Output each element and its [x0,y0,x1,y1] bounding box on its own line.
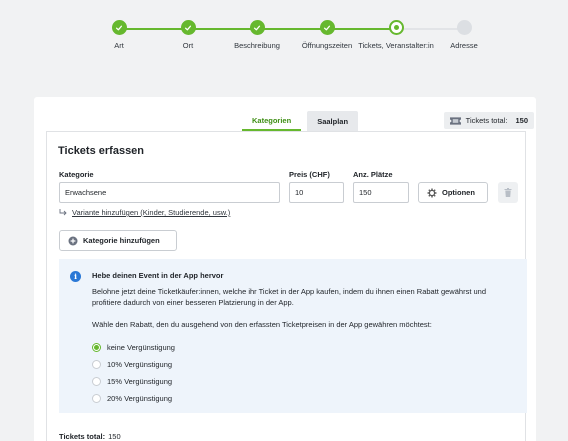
app-promo-box: i Hebe deinen Event in der App hervor Be… [59,259,527,413]
check-icon [319,20,335,35]
ticket-form-panel: Tickets erfassen Kategorie Preis (CHF) A… [46,131,527,441]
radio-icon [92,343,101,352]
discount-option-label: keine Vergünstigung [107,343,175,352]
return-arrow-icon [59,209,67,216]
check-icon [180,20,196,35]
discount-option-label: 10% Vergünstigung [107,360,173,369]
add-variant-link[interactable]: Variante hinzufügen (Kinder, Studierende… [59,208,230,217]
price-label: Preis (CHF) [289,170,330,179]
delete-category-button[interactable] [498,182,518,203]
discount-option-20[interactable]: 20% Vergünstigung [92,394,172,403]
add-category-label: Kategorie hinzufügen [83,236,160,245]
price-input[interactable]: 10 [289,182,344,203]
ticket-icon [449,116,461,125]
category-input[interactable]: Erwachsene [59,182,280,203]
discount-option-none[interactable]: keine Vergünstigung [92,343,175,352]
seats-label: Anz. Plätze [353,170,393,179]
discount-option-15[interactable]: 15% Vergünstigung [92,377,172,386]
pending-step-icon [456,20,472,35]
step-adresse[interactable]: Adresse [419,20,509,50]
discount-option-label: 15% Vergünstigung [107,377,173,386]
footer-total-value: 150 [108,432,121,441]
radio-icon [92,360,101,369]
add-category-button[interactable]: Kategorie hinzufügen [59,230,177,251]
tickets-total-badge: Tickets total: 150 [443,112,534,129]
trash-icon [504,188,512,197]
section-title: Tickets erfassen [58,145,145,157]
discount-option-10[interactable]: 10% Vergünstigung [92,360,172,369]
tab-bar: Kategorien Saalplan [242,111,359,131]
radio-icon [92,394,101,403]
category-label: Kategorie [59,170,94,179]
add-variant-text: Variante hinzufügen (Kinder, Studierende… [72,208,231,217]
step-label: Adresse [450,41,478,50]
tickets-total-value: 150 [515,116,528,125]
footer-total-label: Tickets total: [59,432,106,441]
options-button[interactable]: Optionen [418,182,488,203]
info-icon: i [70,271,81,282]
promo-text: Belohne jetzt deine Ticketkäufer:innen, … [92,287,486,307]
progress-stepper: Art Ort Beschreibung Öffnungszeiten Tick… [0,0,568,60]
check-icon [249,20,265,35]
plus-circle-icon [68,236,78,245]
current-step-icon [388,20,404,35]
discount-option-label: 20% Vergünstigung [107,394,173,403]
promo-question: Wähle den Rabatt, den du ausgehend von d… [92,320,432,329]
tab-categories[interactable]: Kategorien [242,111,302,131]
options-label: Optionen [442,188,475,197]
radio-icon [92,377,101,386]
tab-seating-plan[interactable]: Saalplan [307,111,359,131]
tickets-total-label: Tickets total: [465,116,508,125]
tickets-card: Kategorien Saalplan Tickets total: 150 T… [34,97,536,441]
seats-input[interactable]: 150 [353,182,409,203]
check-icon [111,20,127,35]
gear-icon [427,188,437,197]
promo-title: Hebe deinen Event in der App hervor [92,271,224,280]
tickets-total-footer: Tickets total: 150 [59,432,121,441]
